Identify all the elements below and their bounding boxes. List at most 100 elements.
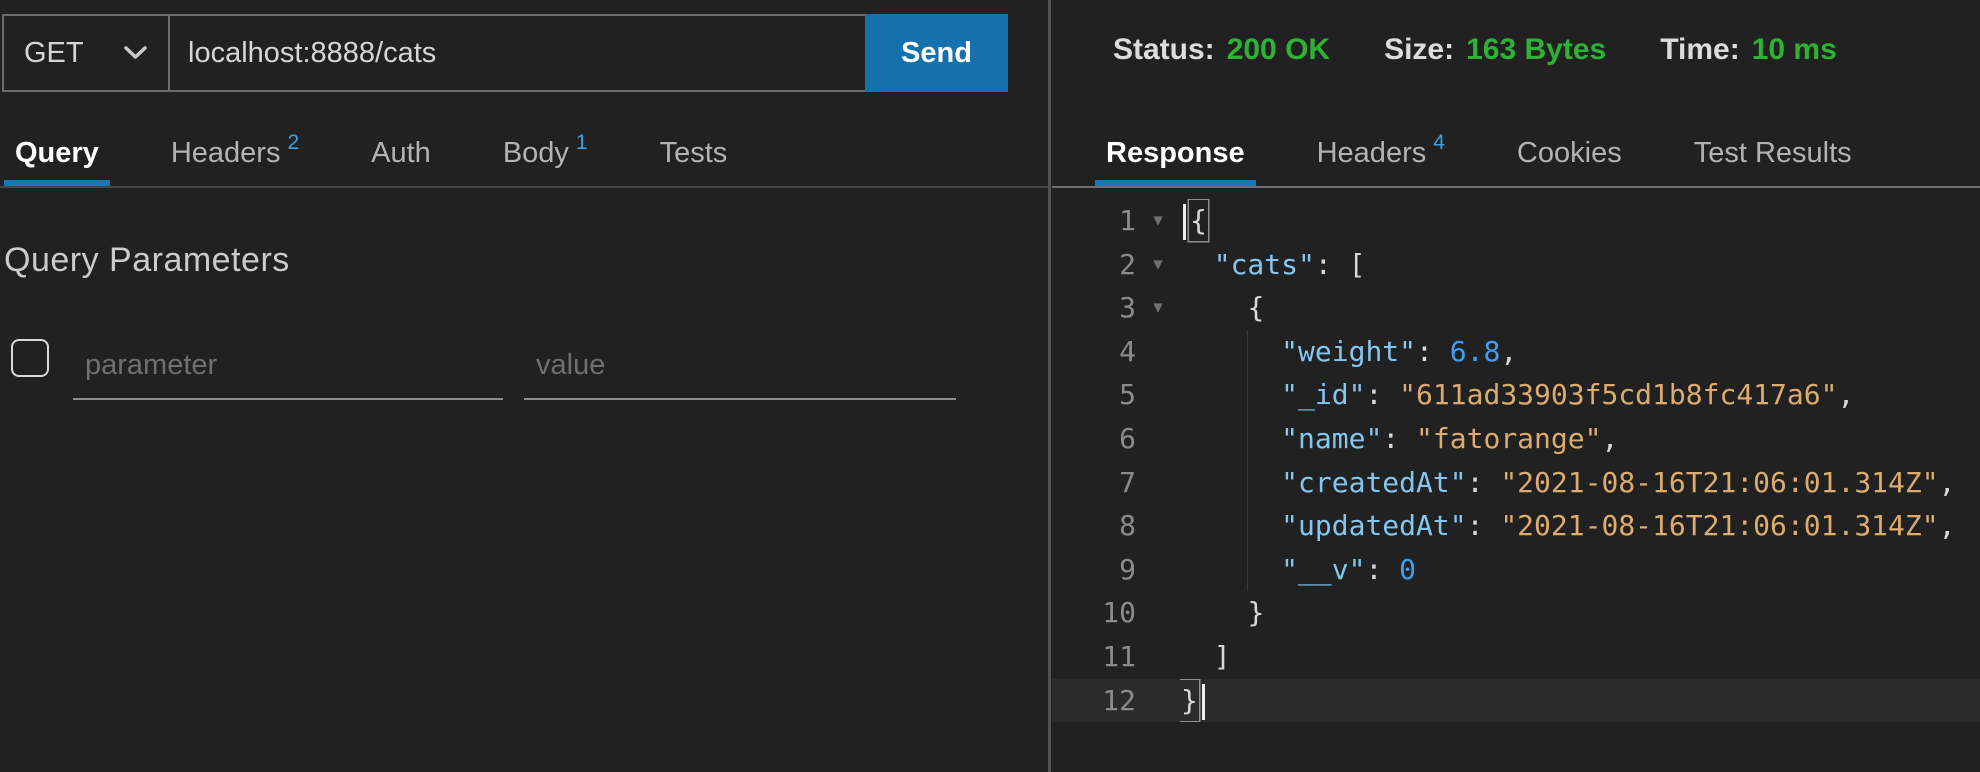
chevron-down-icon: [123, 45, 148, 61]
line-number: 9: [1052, 548, 1136, 592]
tab-label: Body: [503, 137, 569, 170]
code-line: 2▾ "cats": [: [1052, 243, 1980, 287]
request-tabs-divider: [0, 186, 1048, 188]
line-number: 2: [1052, 243, 1136, 287]
value-input[interactable]: [524, 338, 956, 400]
code-text[interactable]: "cats": [: [1180, 243, 1980, 287]
code-text[interactable]: "weight": 6.8,: [1180, 330, 1980, 374]
request-panel: GET Send Query Headers2 Auth Body1 Tests Que…: [0, 0, 1048, 772]
token: "weight": [1281, 335, 1416, 368]
token: [1180, 291, 1247, 324]
time-label: Time:: [1660, 33, 1739, 67]
tab-label: Test Results: [1694, 137, 1852, 170]
token: :: [1315, 248, 1349, 281]
fold-arrow-icon[interactable]: ▾: [1136, 199, 1180, 243]
panel-divider[interactable]: [1048, 0, 1051, 772]
token: ]: [1214, 640, 1231, 673]
token: [1180, 640, 1214, 673]
tab-query[interactable]: Query: [15, 120, 99, 187]
token: ,: [1837, 378, 1854, 411]
response-meta-row: Status:200 OKSize:163 BytesTime:10 ms: [1113, 26, 1837, 74]
tab-count-badge: 4: [1433, 131, 1445, 155]
code-text[interactable]: "_id": "611ad33903f5cd1b8fc417a6",: [1180, 373, 1980, 417]
tab-tests[interactable]: Tests: [660, 120, 728, 187]
token: ,: [1939, 466, 1956, 499]
code-text[interactable]: "name": "fatorange",: [1180, 417, 1980, 461]
code-text[interactable]: }: [1180, 679, 1980, 723]
status-group: Status:200 OK: [1113, 33, 1330, 67]
line-number: 5: [1052, 373, 1136, 417]
indent-guide: [1247, 330, 1248, 374]
token: [1180, 248, 1214, 281]
code-line: 10 }: [1052, 591, 1980, 635]
tab-body[interactable]: Body1: [503, 120, 588, 187]
text-cursor: [1183, 204, 1186, 240]
tab-label: Cookies: [1517, 137, 1622, 170]
token: :: [1416, 335, 1450, 368]
code-text[interactable]: ]: [1180, 635, 1980, 679]
indent-guide: [1247, 461, 1248, 505]
indent-guide: [1247, 548, 1248, 592]
line-number: 10: [1052, 591, 1136, 635]
fold-gutter: [1136, 591, 1180, 635]
token: :: [1467, 509, 1501, 542]
token: :: [1365, 553, 1399, 586]
token: "fatorange": [1416, 422, 1601, 455]
method-select[interactable]: GET: [2, 14, 170, 92]
fold-gutter: [1136, 679, 1180, 723]
tab-response[interactable]: Response: [1106, 120, 1245, 187]
tab-count-badge: 2: [287, 131, 299, 155]
tab-label: Headers: [171, 137, 281, 170]
code-text[interactable]: {: [1180, 199, 1980, 243]
tab-headers[interactable]: Headers4: [1317, 120, 1445, 187]
fold-arrow-icon[interactable]: ▾: [1136, 243, 1180, 287]
code-text[interactable]: }: [1180, 591, 1980, 635]
code-line: 6 "name": "fatorange",: [1052, 417, 1980, 461]
tab-label: Query: [15, 137, 99, 170]
code-line: 11 ]: [1052, 635, 1980, 679]
tab-test-results[interactable]: Test Results: [1694, 120, 1852, 187]
indent-guide: [1247, 373, 1248, 417]
response-tabs: Response Headers4 Cookies Test Results: [1106, 120, 1852, 187]
fold-arrow-icon[interactable]: ▾: [1136, 286, 1180, 330]
indent-guide: [1247, 417, 1248, 461]
response-body-editor[interactable]: 1▾{2▾ "cats": [3▾ {4 "weight": 6.8,5 "_i…: [1052, 199, 1980, 722]
tab-headers[interactable]: Headers2: [171, 120, 299, 187]
fold-gutter: [1136, 417, 1180, 461]
matched-bracket: {: [1189, 200, 1208, 241]
tab-label: Auth: [371, 137, 431, 170]
send-button[interactable]: Send: [865, 14, 1008, 92]
code-line: 7 "createdAt": "2021-08-16T21:06:01.314Z…: [1052, 461, 1980, 505]
code-text[interactable]: "__v": 0: [1180, 548, 1980, 592]
fold-gutter: [1136, 330, 1180, 374]
tab-cookies[interactable]: Cookies: [1517, 120, 1622, 187]
token: 0: [1399, 553, 1416, 586]
code-text[interactable]: {: [1180, 286, 1980, 330]
token: "_id": [1281, 378, 1365, 411]
code-line: 3▾ {: [1052, 286, 1980, 330]
token: "__v": [1281, 553, 1365, 586]
code-line: 1▾{: [1052, 199, 1980, 243]
param-row-checkbox[interactable]: [11, 339, 49, 377]
request-tabs: Query Headers2 Auth Body1 Tests: [15, 120, 727, 187]
token: "611ad33903f5cd1b8fc417a6": [1399, 378, 1837, 411]
url-input[interactable]: [168, 14, 867, 92]
token: [1180, 509, 1281, 542]
fold-gutter: [1136, 504, 1180, 548]
fold-gutter: [1136, 373, 1180, 417]
code-text[interactable]: "updatedAt": "2021-08-16T21:06:01.314Z",: [1180, 504, 1980, 548]
fold-gutter: [1136, 635, 1180, 679]
fold-gutter: [1136, 548, 1180, 592]
code-line: 4 "weight": 6.8,: [1052, 330, 1980, 374]
code-text[interactable]: "createdAt": "2021-08-16T21:06:01.314Z",: [1180, 461, 1980, 505]
response-tabs-divider: [1052, 186, 1980, 188]
rest-client-window: GET Send QueryHeaders2AuthBody1Tests Que…: [0, 0, 1980, 772]
tab-auth[interactable]: Auth: [371, 120, 431, 187]
token: {: [1247, 291, 1264, 324]
line-number: 6: [1052, 417, 1136, 461]
parameter-input[interactable]: [73, 338, 503, 400]
size-group: Size:163 Bytes: [1384, 33, 1606, 67]
token: "cats": [1214, 248, 1315, 281]
token: :: [1365, 378, 1399, 411]
status-value: 200 OK: [1227, 33, 1330, 67]
